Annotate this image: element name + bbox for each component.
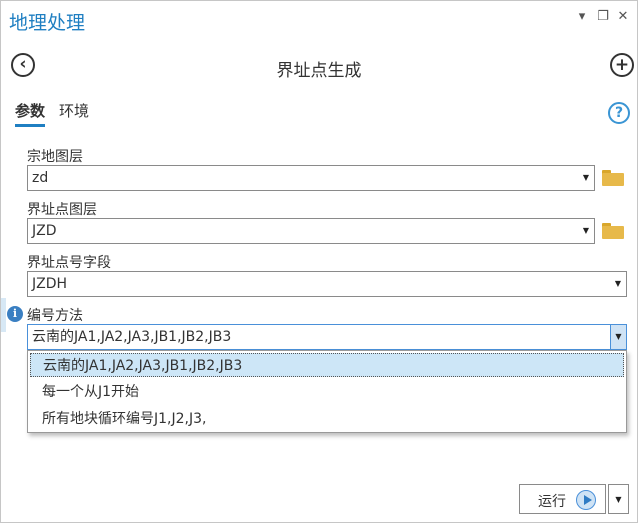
run-button[interactable]: 运行 xyxy=(519,484,606,514)
active-param-marker xyxy=(1,298,6,332)
chevron-down-icon[interactable]: ▼ xyxy=(578,219,594,243)
chevron-down-icon[interactable]: ▼ xyxy=(610,325,626,349)
point-number-field-value: JZDH xyxy=(32,276,68,292)
help-icon[interactable]: ? xyxy=(608,102,630,124)
add-circle-icon[interactable]: + xyxy=(610,53,634,77)
numbering-method-combo[interactable]: 云南的JA1,JA2,JA3,JB1,JB2,JB3 ▼ xyxy=(27,324,627,350)
dropdown-option[interactable]: 每一个从J1开始 xyxy=(30,380,624,404)
numbering-method-dropdown: 云南的JA1,JA2,JA3,JB1,JB2,JB3 每一个从J1开始 所有地块… xyxy=(27,350,627,433)
numbering-method-value: 云南的JA1,JA2,JA3,JB1,JB2,JB3 xyxy=(32,329,232,345)
play-icon xyxy=(576,490,596,510)
pane-title: 地理处理 xyxy=(9,12,86,34)
maximize-icon[interactable]: ❐ xyxy=(595,9,611,24)
run-label: 运行 xyxy=(538,494,566,510)
tab-parameters[interactable]: 参数 xyxy=(15,100,46,127)
boundary-point-layer-combo[interactable]: JZD ▼ xyxy=(27,218,595,244)
tab-environments[interactable]: 环境 xyxy=(59,100,89,121)
close-icon[interactable]: ✕ xyxy=(615,9,631,24)
chevron-down-icon[interactable]: ▼ xyxy=(610,272,626,296)
param-label-point-number-field: 界址点号字段 xyxy=(27,255,111,271)
info-icon[interactable]: i xyxy=(7,306,23,322)
param-label-boundary-point-layer: 界址点图层 xyxy=(27,202,97,218)
browse-folder-icon[interactable] xyxy=(602,170,624,186)
parcel-layer-combo[interactable]: zd ▼ xyxy=(27,165,595,191)
pane-titlebar: 地理处理 ▾ ❐ ✕ xyxy=(1,1,637,39)
chevron-down-icon[interactable]: ▼ xyxy=(578,166,594,190)
param-label-parcel-layer: 宗地图层 xyxy=(27,149,83,165)
boundary-point-layer-value: JZD xyxy=(32,223,57,239)
pane-options-icon[interactable]: ▾ xyxy=(574,9,590,24)
dropdown-option[interactable]: 云南的JA1,JA2,JA3,JB1,JB2,JB3 xyxy=(30,353,624,377)
parcel-layer-value: zd xyxy=(32,170,49,186)
dropdown-option[interactable]: 所有地块循环编号J1,J2,J3, xyxy=(30,407,624,431)
run-options-chevron-down-icon[interactable]: ▼ xyxy=(608,484,629,514)
browse-folder-icon[interactable] xyxy=(602,223,624,239)
tool-title: 界址点生成 xyxy=(276,61,362,81)
param-label-numbering-method: 编号方法 xyxy=(27,308,83,324)
geoprocessing-pane: 地理处理 ▾ ❐ ✕ ‹ 界址点生成 + 参数 环境 ? 宗地图层 zd ▼ 界… xyxy=(0,0,638,523)
point-number-field-combo[interactable]: JZDH ▼ xyxy=(27,271,627,297)
